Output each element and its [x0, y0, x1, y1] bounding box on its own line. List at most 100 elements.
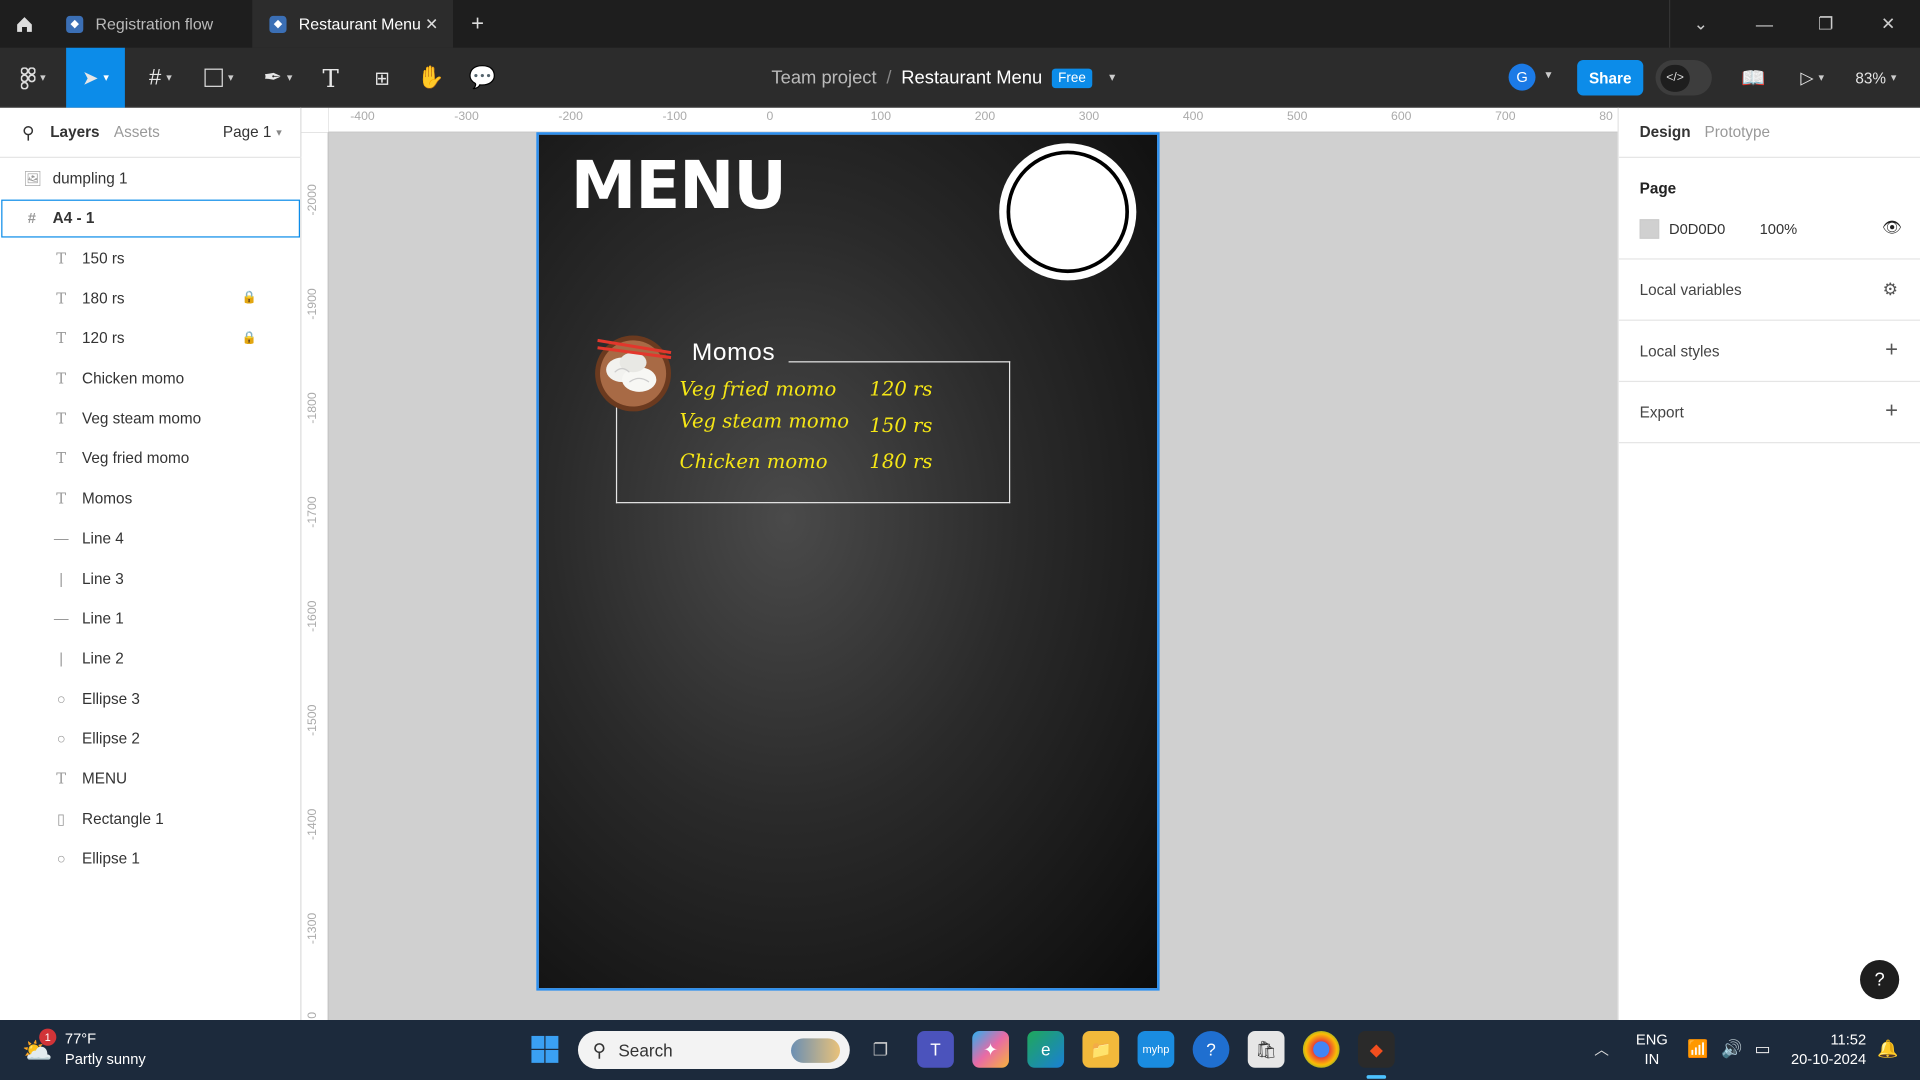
weather-desc[interactable]: Partly sunny	[65, 1051, 146, 1068]
system-tray[interactable]: 📶 🔊 ▭	[1687, 1038, 1770, 1059]
weather-temp[interactable]: 77°F	[65, 1030, 96, 1047]
task-view-button[interactable]: ❐	[862, 1031, 899, 1068]
zoom-menu[interactable]: 83% ▾	[1847, 48, 1906, 108]
get-help-app[interactable]: ?	[1192, 1031, 1230, 1068]
item-name-veg-steam[interactable]: Veg steam momo	[680, 409, 849, 432]
present-button[interactable]: ▷ ▾	[1790, 48, 1834, 108]
layer-row[interactable]: T 120 rs 🔒	[0, 318, 301, 358]
frame-a4-1[interactable]: MENU Momos Veg fried momo 120 rs Veg ste…	[536, 132, 1160, 991]
close-window-button[interactable]: ✕	[1858, 0, 1919, 48]
language-indicator[interactable]: ENG IN	[1636, 1031, 1668, 1068]
comment-tool-button[interactable]: 💬	[463, 48, 502, 108]
teams-app[interactable]: T	[917, 1031, 954, 1068]
layer-row[interactable]: # A4 - 1	[0, 198, 301, 238]
layer-row[interactable]: | Line 3	[0, 558, 301, 598]
section-title-momos[interactable]: Momos	[692, 339, 775, 367]
item-name-chicken[interactable]: Chicken momo	[680, 449, 828, 472]
eye-icon[interactable]: 👁	[1882, 218, 1902, 238]
ruler-tick-label: -1800	[306, 392, 320, 424]
move-tool-button[interactable]: ➤ ▾	[66, 47, 125, 108]
resources-button[interactable]: ⊞	[362, 48, 401, 108]
line-top[interactable]	[788, 361, 1011, 363]
tab-prototype[interactable]: Prototype	[1705, 124, 1771, 141]
layer-row[interactable]: T Chicken momo	[0, 358, 301, 398]
page-opacity[interactable]: 100%	[1760, 220, 1798, 237]
file-menu-chevron-icon[interactable]: ▾	[1109, 71, 1115, 84]
frame-tool-button[interactable]: # ▾	[135, 48, 186, 108]
search-icon[interactable]: ⚲	[22, 122, 35, 143]
store-app[interactable]: 🛍	[1247, 1031, 1285, 1068]
item-name-veg-fried[interactable]: Veg fried momo	[680, 377, 837, 400]
file-name[interactable]: Restaurant Menu	[901, 67, 1042, 88]
layer-row[interactable]: — Line 4	[0, 518, 301, 558]
layer-row[interactable]: ○ Ellipse 1	[0, 839, 301, 879]
layer-row[interactable]: | Line 2	[0, 638, 301, 678]
local-styles-label[interactable]: Local styles	[1640, 343, 1720, 360]
weather-widget[interactable]: ⛅ 1	[22, 1028, 57, 1065]
library-button[interactable]: 📖	[1734, 48, 1773, 108]
edge-app[interactable]: e	[1027, 1031, 1065, 1068]
restore-button[interactable]: ❐	[1795, 0, 1856, 48]
layer-row[interactable]: T 180 rs 🔒	[0, 278, 301, 318]
layer-row[interactable]: ▯ Rectangle 1	[0, 799, 301, 839]
layer-row[interactable]: T Veg fried momo	[0, 438, 301, 478]
text-tool-button[interactable]: T	[311, 48, 350, 108]
tab-registration-flow[interactable]: ◆ Registration flow	[49, 0, 252, 48]
layer-row[interactable]: T MENU	[0, 759, 301, 799]
export-label[interactable]: Export	[1640, 404, 1684, 421]
notification-bell-icon[interactable]: 🔔	[1877, 1038, 1898, 1059]
page-color-hex[interactable]: D0D0D0	[1669, 220, 1725, 237]
lock-icon[interactable]: 🔒	[242, 292, 257, 305]
layer-row[interactable]: 🖼 dumpling 1	[0, 158, 301, 198]
breadcrumb-team[interactable]: Team project	[771, 67, 876, 88]
taskbar-search[interactable]: ⚲ Search	[577, 1031, 850, 1069]
start-button[interactable]	[527, 1031, 564, 1068]
lock-icon[interactable]: 🔒	[242, 332, 257, 345]
page-color-swatch[interactable]	[1639, 219, 1660, 239]
dumpling-image[interactable]	[593, 333, 674, 414]
minimize-button[interactable]: —	[1734, 0, 1795, 48]
new-tab-button[interactable]: +	[456, 0, 500, 48]
avatar[interactable]: G	[1508, 63, 1536, 91]
sliders-icon[interactable]: ⚙	[1883, 279, 1898, 300]
item-price-180[interactable]: 180 rs	[869, 449, 932, 472]
plan-badge: Free	[1051, 67, 1092, 88]
share-button[interactable]: Share	[1577, 60, 1644, 96]
layer-row[interactable]: T Momos	[0, 478, 301, 518]
item-price-120[interactable]: 120 rs	[869, 377, 932, 400]
menu-title[interactable]: MENU	[571, 147, 787, 224]
chevron-up-icon[interactable]: ︿	[1594, 1038, 1609, 1059]
chrome-app[interactable]	[1302, 1031, 1340, 1068]
tabs-dropdown-button[interactable]: ⌄	[1670, 0, 1731, 48]
layer-row[interactable]: ○ Ellipse 2	[0, 719, 301, 759]
layer-row[interactable]: T 150 rs	[0, 238, 301, 278]
main-menu-button[interactable]: ▾	[7, 48, 58, 108]
dumpling-plate-icon	[595, 335, 672, 412]
tab-restaurant-menu[interactable]: ◆ Restaurant Menu ✕	[252, 0, 454, 48]
pen-tool-button[interactable]: ✒ ▾	[252, 48, 303, 108]
figma-app[interactable]: ◆	[1357, 1031, 1395, 1068]
layer-row[interactable]: T Veg steam momo	[0, 398, 301, 438]
hand-tool-button[interactable]: ✋	[411, 48, 450, 108]
local-variables-label[interactable]: Local variables	[1640, 282, 1742, 299]
layer-row[interactable]: — Line 1	[0, 598, 301, 638]
clock[interactable]: 11:52 20-10-2024	[1785, 1031, 1866, 1068]
layer-row[interactable]: ○ Ellipse 3	[0, 678, 301, 718]
ellipse-inner[interactable]	[1006, 150, 1129, 274]
tab-layers[interactable]: Layers	[50, 124, 99, 141]
tab-assets[interactable]: Assets	[114, 124, 160, 141]
copilot-app[interactable]: ✦	[972, 1031, 1009, 1068]
item-price-150[interactable]: 150 rs	[869, 414, 932, 437]
home-button[interactable]	[0, 0, 49, 48]
shape-tool-button[interactable]: ▾	[193, 48, 244, 108]
close-tab-icon[interactable]: ✕	[425, 14, 438, 34]
add-export-icon[interactable]: +	[1885, 398, 1898, 424]
avatar-chevron-icon[interactable]: ▾	[1545, 69, 1551, 82]
tab-design[interactable]: Design	[1640, 124, 1691, 141]
page-selector[interactable]: Page 1 ▾	[223, 124, 282, 141]
add-style-icon[interactable]: +	[1885, 337, 1898, 363]
help-button[interactable]: ?	[1860, 960, 1900, 1000]
dev-mode-toggle[interactable]: </>	[1655, 60, 1712, 96]
file-explorer-app[interactable]: 📁	[1082, 1031, 1120, 1068]
myhp-app[interactable]: myhp	[1137, 1031, 1175, 1068]
